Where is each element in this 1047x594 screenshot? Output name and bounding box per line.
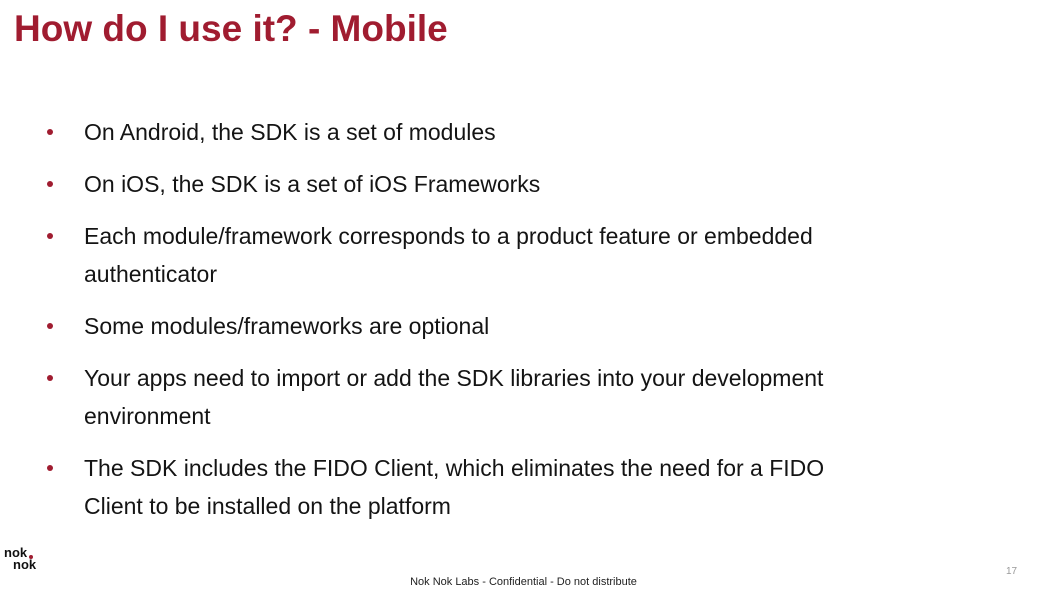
nok-nok-logo-icon: nok nok [4, 545, 44, 572]
bullet-item: On iOS, the SDK is a set of iOS Framewor… [47, 165, 867, 203]
footer-confidential: Nok Nok Labs - Confidential - Do not dis… [410, 576, 637, 588]
bullet-text: On Android, the SDK is a set of modules [84, 119, 496, 145]
logo-line-2: nok [13, 557, 37, 572]
bullet-item: Your apps need to import or add the SDK … [47, 359, 867, 435]
bullet-dot-icon [47, 181, 53, 187]
bullet-text: Each module/framework corresponds to a p… [84, 223, 813, 287]
bullet-dot-icon [47, 129, 53, 135]
bullet-dot-icon [47, 233, 53, 239]
bullet-list: On Android, the SDK is a set of modules … [47, 113, 867, 539]
bullet-item: On Android, the SDK is a set of modules [47, 113, 867, 151]
bullet-text: Some modules/frameworks are optional [84, 313, 490, 339]
bullet-text: Your apps need to import or add the SDK … [84, 365, 824, 429]
bullet-text: The SDK includes the FIDO Client, which … [84, 455, 825, 519]
logo-accent-icon [29, 555, 33, 559]
bullet-dot-icon [47, 375, 53, 381]
nok-nok-logo-svg: nok nok [4, 545, 37, 572]
bullet-item: The SDK includes the FIDO Client, which … [47, 449, 867, 525]
page-number: 17 [1006, 566, 1018, 577]
bullet-item: Some modules/frameworks are optional [47, 307, 867, 345]
slide-title: How do I use it? - Mobile [14, 8, 448, 49]
bullet-dot-icon [47, 323, 53, 329]
bullet-text: On iOS, the SDK is a set of iOS Framewor… [84, 171, 541, 197]
bullet-item: Each module/framework corresponds to a p… [47, 217, 867, 293]
bullet-dot-icon [47, 465, 53, 471]
